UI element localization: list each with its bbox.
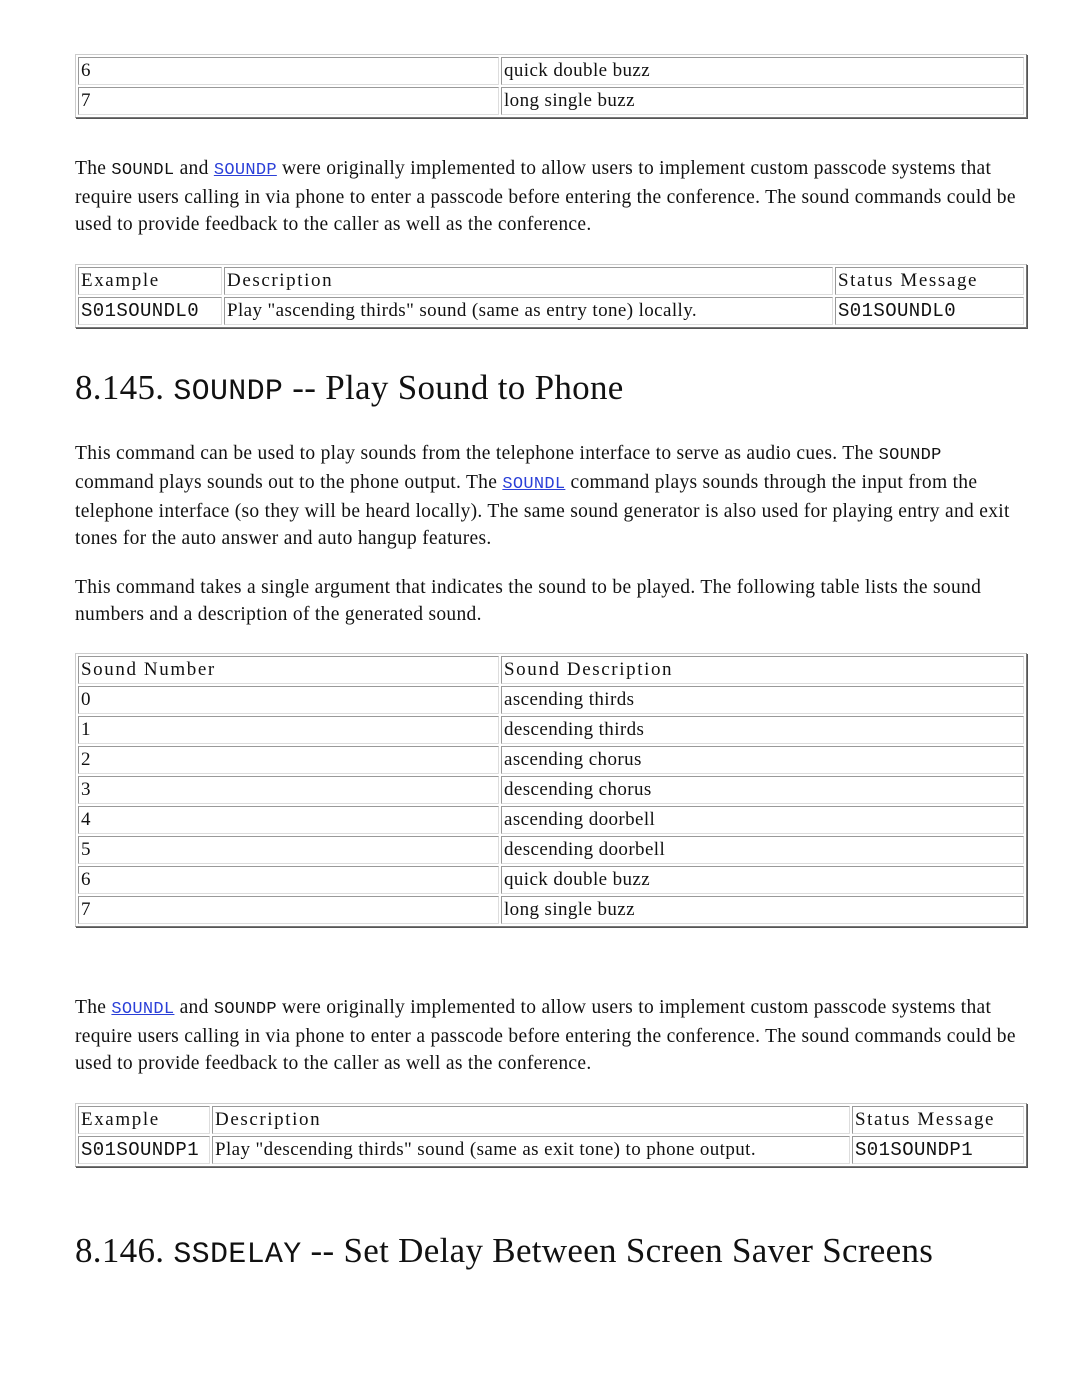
- sound-number-cell: 6: [78, 57, 499, 85]
- table-row: 6 quick double buzz: [78, 866, 1024, 894]
- example-status-cell: S01SOUNDL0: [835, 297, 1024, 325]
- sound-description-cell: descending chorus: [501, 776, 1024, 804]
- example-command-cell: S01SOUNDL0: [78, 297, 222, 325]
- section-title-heading: 8.146. SSDELAY -- Set Delay Between Scre…: [75, 1228, 935, 1278]
- soundp-example-grid: Example Description Status Message S01SO…: [75, 1103, 1027, 1167]
- section-146-heading: 8.146. SSDELAY -- Set Delay Between Scre…: [75, 1228, 935, 1278]
- header-sound-number: Sound Number: [78, 656, 499, 684]
- section-title: -- Set Delay Between Screen Saver Screen…: [301, 1231, 934, 1270]
- soundp-description-paragraph: This command can be used to play sounds …: [75, 440, 1025, 552]
- table-row: 1 descending thirds: [78, 716, 1024, 744]
- sound-description-cell: ascending doorbell: [501, 806, 1024, 834]
- soundp-argument-paragraph: This command takes a single argument tha…: [75, 574, 1025, 628]
- sound-number-cell: 1: [78, 716, 499, 744]
- sound-description-cell: long single buzz: [501, 87, 1024, 115]
- section-number: 8.145.: [75, 368, 165, 407]
- example-description-cell: Play "descending thirds" sound (same as …: [212, 1136, 850, 1164]
- example-status-cell: S01SOUNDP1: [852, 1136, 1024, 1164]
- header-status-message: Status Message: [852, 1106, 1024, 1134]
- header-description: Description: [224, 267, 833, 295]
- section-title: -- Play Sound to Phone: [283, 368, 624, 407]
- text: command plays sounds out to the phone ou…: [75, 472, 503, 493]
- page-title: 8.145. SOUNDP -- Play Sound to Phone: [75, 365, 1025, 415]
- sound-table-continued-grid: 6 quick double buzz 7 long single buzz: [75, 54, 1027, 118]
- table-row: 0 ascending thirds: [78, 686, 1024, 714]
- sound-table: Sound Number Sound Description 0 ascendin…: [75, 653, 1027, 927]
- sound-description-cell: descending thirds: [501, 716, 1024, 744]
- header-example: Example: [78, 267, 222, 295]
- table-row: 7 long single buzz: [78, 896, 1024, 924]
- soundp-usage-paragraph: The SOUNDL and SOUNDP were originally im…: [75, 994, 1025, 1077]
- soundp-command: SOUNDP: [878, 446, 942, 465]
- header-description: Description: [212, 1106, 850, 1134]
- sound-description-cell: quick double buzz: [501, 57, 1024, 85]
- sound-number-cell: 0: [78, 686, 499, 714]
- sound-description-cell: descending doorbell: [501, 836, 1024, 864]
- header-status-message: Status Message: [835, 267, 1024, 295]
- text: The: [75, 997, 112, 1018]
- text: and: [174, 997, 214, 1018]
- text: This command can be used to play sounds …: [75, 443, 879, 464]
- sound-description-cell: ascending thirds: [501, 686, 1024, 714]
- sound-description-cell: quick double buzz: [501, 866, 1024, 894]
- sound-number-cell: 3: [78, 776, 499, 804]
- section-number: 8.146.: [75, 1231, 165, 1270]
- table-header-row: Sound Number Sound Description: [78, 656, 1024, 684]
- soundl-example-table: Example Description Status Message S01SO…: [75, 264, 1027, 328]
- soundl-usage-paragraph: The SOUNDL and SOUNDP were originally im…: [75, 155, 1025, 238]
- sound-description-cell: ascending chorus: [501, 746, 1024, 774]
- text: The: [75, 158, 112, 179]
- table-header-row: Example Description Status Message: [78, 267, 1024, 295]
- text: and: [174, 158, 214, 179]
- example-description-cell: Play "ascending thirds" sound (same as e…: [224, 297, 833, 325]
- section-145-heading: 8.145. SOUNDP -- Play Sound to Phone: [75, 365, 1025, 415]
- section-command: SSDELAY: [173, 1238, 302, 1272]
- header-sound-description: Sound Description: [501, 656, 1024, 684]
- section-command: SOUNDP: [173, 375, 284, 409]
- soundl-link[interactable]: SOUNDL: [502, 475, 565, 494]
- sound-number-cell: 2: [78, 746, 499, 774]
- table-row: S01SOUNDP1 Play "descending thirds" soun…: [78, 1136, 1024, 1164]
- soundp-example-table: Example Description Status Message S01SO…: [75, 1103, 1027, 1167]
- sound-table-continued: 6 quick double buzz 7 long single buzz: [75, 54, 1027, 118]
- table-row: 5 descending doorbell: [78, 836, 1024, 864]
- soundp-link[interactable]: SOUNDP: [214, 161, 277, 180]
- sound-number-cell: 4: [78, 806, 499, 834]
- text: This command takes a single argument tha…: [75, 577, 982, 625]
- table-row: S01SOUNDL0 Play "ascending thirds" sound…: [78, 297, 1024, 325]
- soundl-link[interactable]: SOUNDL: [111, 1000, 174, 1019]
- table-row: 7 long single buzz: [78, 87, 1024, 115]
- example-command-cell: S01SOUNDP1: [78, 1136, 210, 1164]
- sound-description-cell: long single buzz: [501, 896, 1024, 924]
- soundl-example-grid: Example Description Status Message S01SO…: [75, 264, 1027, 328]
- table-row: 3 descending chorus: [78, 776, 1024, 804]
- table-header-row: Example Description Status Message: [78, 1106, 1024, 1134]
- soundp-command: SOUNDP: [213, 1000, 277, 1019]
- sound-number-cell: 5: [78, 836, 499, 864]
- table-row: 4 ascending doorbell: [78, 806, 1024, 834]
- sound-number-cell: 7: [78, 896, 499, 924]
- sound-table-grid: Sound Number Sound Description 0 ascendin…: [75, 653, 1027, 927]
- sound-number-cell: 7: [78, 87, 499, 115]
- sound-number-cell: 6: [78, 866, 499, 894]
- table-row: 2 ascending chorus: [78, 746, 1024, 774]
- soundl-command: SOUNDL: [111, 161, 175, 180]
- header-example: Example: [78, 1106, 210, 1134]
- table-row: 6 quick double buzz: [78, 57, 1024, 85]
